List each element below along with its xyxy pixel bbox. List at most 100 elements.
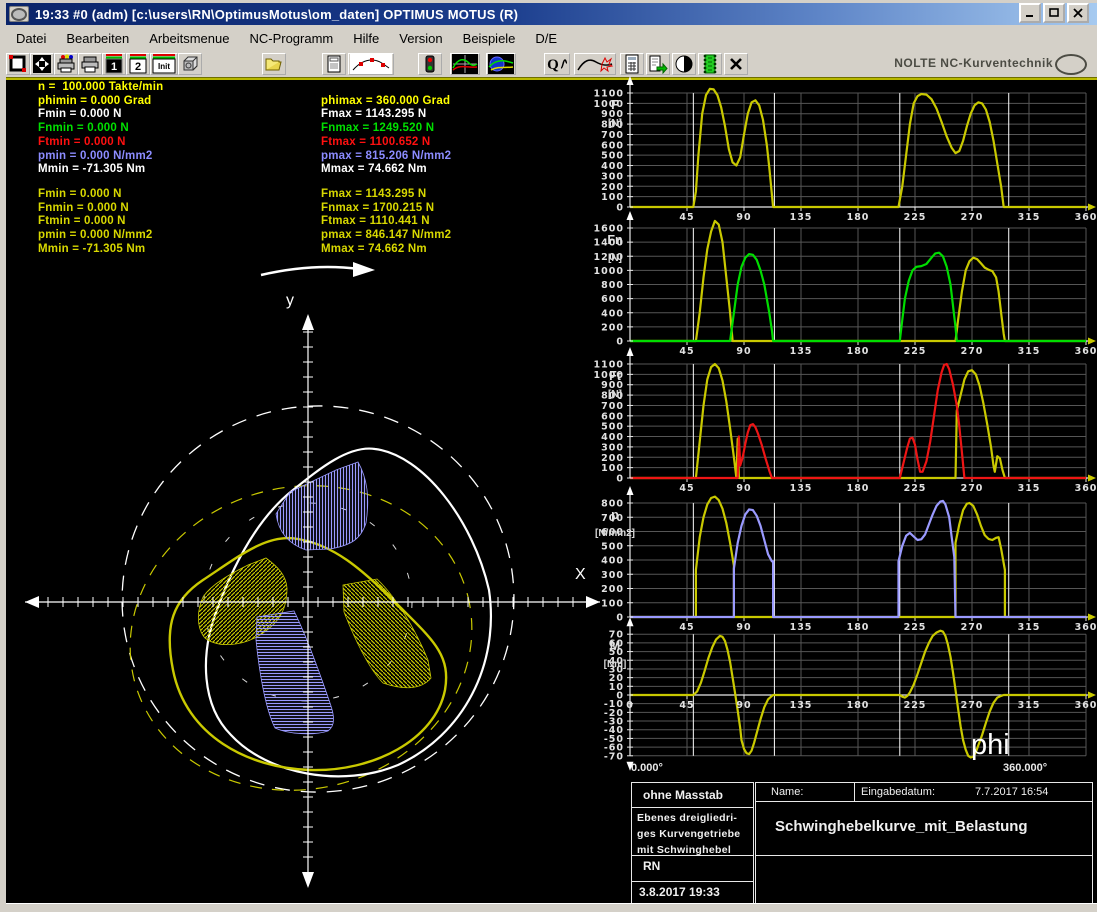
svg-text:315: 315: [1018, 346, 1041, 357]
svg-text:180: 180: [847, 700, 870, 711]
svg-text:135: 135: [790, 700, 813, 711]
application-window: 19:33 #0 (adm) [c:\users\RN\OptimusMotus…: [0, 0, 1097, 912]
svg-text:45: 45: [679, 622, 694, 633]
svg-text:90: 90: [736, 483, 751, 494]
svg-text:45: 45: [679, 483, 694, 494]
svg-text:45: 45: [679, 700, 694, 711]
load-charts-panel: 0100200300400500600700800900100011004590…: [3, 0, 1097, 912]
svg-text:300: 300: [601, 570, 624, 581]
svg-text:270: 270: [961, 483, 984, 494]
drawing-title[interactable]: Schwinghebelkurve_mit_Belastung: [775, 818, 1028, 835]
svg-text:700: 700: [601, 130, 624, 141]
svg-text:0: 0: [616, 203, 624, 214]
svg-text:300: 300: [601, 442, 624, 453]
text-line: ges Kurvengetriebe: [637, 826, 740, 842]
svg-text:600: 600: [601, 294, 624, 305]
svg-text:225: 225: [904, 346, 927, 357]
svg-text:360: 360: [1075, 212, 1097, 223]
text-line: mit Schwinghebel: [637, 842, 740, 858]
svg-text:400: 400: [601, 432, 624, 443]
svg-text:[Nm]: [Nm]: [604, 659, 627, 670]
svg-text:200: 200: [601, 453, 624, 464]
svg-text:135: 135: [790, 483, 813, 494]
svg-text:p: p: [611, 508, 619, 522]
input-date-label: Eingabedatum:: [861, 786, 935, 798]
svg-text:180: 180: [847, 346, 870, 357]
svg-text:315: 315: [1018, 212, 1041, 223]
chart-Ft: 0100200300400500600700800900100011004590…: [594, 347, 1097, 494]
print-date: 3.8.2017 19:33: [639, 885, 720, 899]
svg-text:200: 200: [601, 182, 624, 193]
svg-text:Ft: Ft: [609, 369, 622, 383]
svg-text:[N]: [N]: [608, 118, 622, 129]
svg-text:1100: 1100: [594, 89, 624, 100]
svg-text:360: 360: [1075, 483, 1097, 494]
svg-text:400: 400: [601, 556, 624, 567]
svg-text:90: 90: [736, 700, 751, 711]
svg-text:225: 225: [904, 483, 927, 494]
svg-text:[N/mm2]: [N/mm2]: [595, 528, 635, 539]
svg-text:500: 500: [601, 541, 624, 552]
name-label: Name:: [771, 786, 803, 798]
svg-text:500: 500: [601, 151, 624, 162]
svg-text:45: 45: [679, 212, 694, 223]
svg-text:400: 400: [601, 161, 624, 172]
phi-end-label: 360.000°: [1003, 762, 1047, 774]
svg-text:90: 90: [736, 346, 751, 357]
svg-text:360: 360: [1075, 346, 1097, 357]
svg-text:500: 500: [601, 422, 624, 433]
svg-text:600: 600: [601, 411, 624, 422]
svg-text:400: 400: [601, 308, 624, 319]
svg-text:0: 0: [626, 700, 634, 711]
svg-text:100: 100: [601, 463, 624, 474]
svg-text:200: 200: [601, 584, 624, 595]
author-initials: RN: [643, 859, 660, 873]
window-bottom-border: [6, 903, 1097, 912]
chart-M: -70-60-50-40-30-20-100102030405060700459…: [604, 617, 1097, 771]
svg-text:90: 90: [736, 622, 751, 633]
svg-text:180: 180: [847, 622, 870, 633]
svg-text:135: 135: [790, 622, 813, 633]
svg-text:200: 200: [601, 322, 624, 333]
svg-text:180: 180: [847, 212, 870, 223]
svg-text:F: F: [611, 98, 619, 112]
svg-text:180: 180: [847, 483, 870, 494]
svg-text:1000: 1000: [594, 99, 624, 110]
svg-text:1000: 1000: [594, 266, 624, 277]
svg-text:0: 0: [616, 474, 624, 485]
svg-text:Fn: Fn: [607, 233, 622, 247]
svg-text:225: 225: [904, 700, 927, 711]
svg-text:135: 135: [790, 212, 813, 223]
svg-text:600: 600: [601, 140, 624, 151]
svg-text:270: 270: [961, 700, 984, 711]
svg-text:100: 100: [601, 192, 624, 203]
svg-text:315: 315: [1018, 622, 1041, 633]
svg-text:270: 270: [961, 622, 984, 633]
svg-text:[N]: [N]: [608, 253, 622, 264]
chart-F: 0100200300400500600700800900100011004590…: [594, 76, 1097, 223]
text-line: Ebenes dreigliedri-: [637, 810, 740, 826]
phi-axis-name: phi: [971, 729, 1010, 762]
svg-text:360: 360: [1075, 700, 1097, 711]
svg-text:700: 700: [601, 401, 624, 412]
svg-text:100: 100: [601, 598, 624, 609]
svg-text:360: 360: [1075, 622, 1097, 633]
svg-text:270: 270: [961, 346, 984, 357]
svg-text:270: 270: [961, 212, 984, 223]
svg-text:225: 225: [904, 622, 927, 633]
svg-text:90: 90: [736, 212, 751, 223]
svg-text:800: 800: [601, 280, 624, 291]
svg-text:315: 315: [1018, 700, 1041, 711]
svg-text:0: 0: [616, 613, 624, 624]
svg-text:0: 0: [616, 337, 624, 348]
svg-text:315: 315: [1018, 483, 1041, 494]
chart-Fn: 0200400600800100012001400160045901351802…: [594, 211, 1097, 357]
svg-text:300: 300: [601, 171, 624, 182]
svg-text:135: 135: [790, 346, 813, 357]
svg-text:225: 225: [904, 212, 927, 223]
chart-p: 0100200300400500600700800459013518022527…: [595, 486, 1097, 633]
input-date-value: 7.7.2017 16:54: [975, 786, 1048, 798]
svg-text:45: 45: [679, 346, 694, 357]
scale-note: ohne Masstab: [643, 788, 723, 802]
phi-start-label: 0.000°: [631, 762, 663, 774]
